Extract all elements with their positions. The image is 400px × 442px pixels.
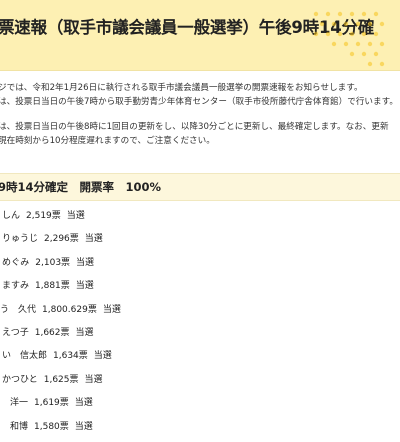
vote-count: 1,625票 — [43, 374, 79, 385]
section-title: 9時14分確定 開票率 100% — [0, 180, 162, 194]
list-item: 洋一 1,619票 当選 — [0, 395, 400, 418]
candidate-name: めぐみ — [2, 257, 30, 268]
vote-count: 1,580票 — [34, 421, 69, 432]
list-item: りゅうじ 2,296票 当選 — [0, 231, 400, 254]
status-label: 当選 — [75, 281, 94, 292]
results-section-header: 9時14分確定 開票率 100% — [0, 173, 400, 201]
intro-line: ジでは、令和2年1月26日に執行される取手市議会議員一般選挙の開票速報をお知らせ… — [0, 83, 363, 93]
vote-count: 2,296票 — [44, 234, 79, 245]
vote-count: 1,800.629票 — [42, 304, 97, 315]
candidate-name: かつひと — [2, 374, 38, 385]
status-label: 当選 — [84, 374, 103, 385]
candidate-name: りゅうじ — [2, 234, 39, 245]
list-item: しん 2,519票 当選 — [0, 208, 400, 231]
candidate-name: い 信太郎 — [2, 351, 48, 362]
list-item: う 久代 1,800.629票 当選 — [0, 302, 400, 325]
status-label: 当選 — [74, 421, 93, 432]
status-label: 当選 — [84, 234, 103, 245]
vote-count: 2,519票 — [26, 211, 61, 221]
intro-text: ジでは、令和2年1月26日に執行される取手市議会議員一般選挙の開票速報をお知らせ… — [0, 82, 398, 148]
status-label: 当選 — [76, 257, 95, 268]
list-item: めぐみ 2,103票 当選 — [0, 255, 400, 278]
candidate-name: しん — [2, 211, 21, 221]
intro-line: は、投票日当日の午後7時から取手勤労青少年体育センター（取手市役所藤代庁舎体育館… — [0, 96, 398, 107]
list-item: い 信太郎 1,634票 当選 — [0, 348, 400, 371]
candidate-name: う 久代 — [0, 304, 37, 315]
status-label: 当選 — [102, 304, 121, 315]
status-label: 当選 — [66, 211, 85, 221]
results-list: しん 2,519票 当選 りゅうじ 2,296票 当選 めぐみ 2,103票 当選 ますみ 1… — [0, 208, 400, 442]
candidate-name: ますみ — [2, 281, 30, 292]
intro-line: 現在時刻から10分程度遅れますので、ご注意ください。 — [0, 135, 215, 146]
candidate-name: 和博 — [10, 421, 29, 432]
list-item: 和博 1,580票 当選 — [0, 419, 400, 442]
header-banner: 票速報（取手市議会議員一般選挙）午後9時14分確 — [0, 0, 400, 71]
list-item: かつひと 1,625票 当選 — [0, 372, 400, 395]
vote-count: 1,662票 — [34, 327, 70, 338]
status-label: 当選 — [93, 351, 112, 362]
decorative-dots-icon — [313, 11, 385, 67]
candidate-name: えつ子 — [2, 327, 29, 338]
list-item: えつ子 1,662票 当選 — [0, 325, 400, 348]
vote-count: 2,103票 — [35, 257, 71, 268]
status-label: 当選 — [75, 327, 94, 338]
intro-line: は、投票日当日の午後8時に1回目の更新をし、以降30分ごとに更新し、最終確定しま… — [0, 122, 389, 132]
vote-count: 1,634票 — [53, 351, 88, 362]
list-item: ますみ 1,881票 当選 — [0, 278, 400, 301]
vote-count: 1,881票 — [35, 281, 70, 292]
